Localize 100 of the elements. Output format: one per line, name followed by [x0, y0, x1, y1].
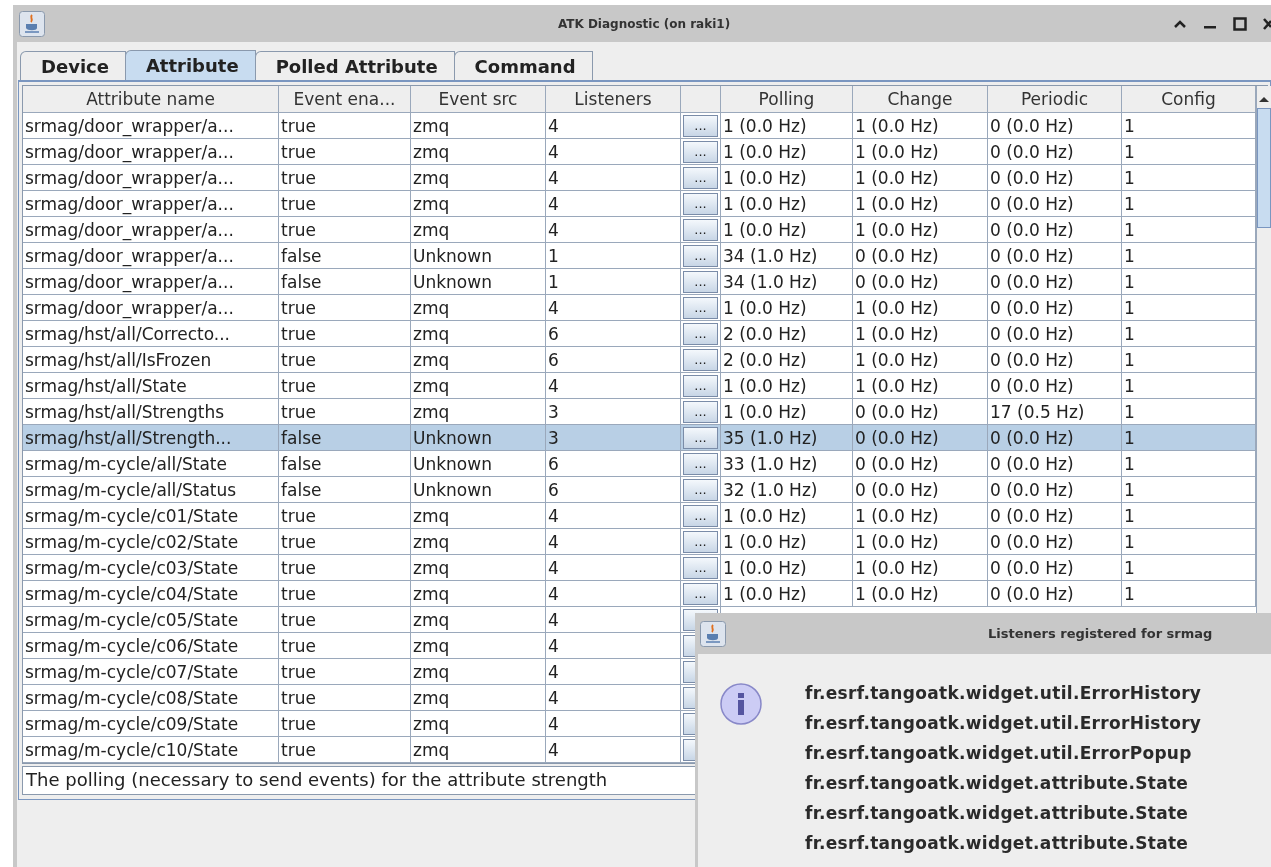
- listeners-button[interactable]: ...: [683, 140, 718, 163]
- table-cell: 1 (0.0 Hz): [853, 191, 988, 217]
- listeners-button[interactable]: ...: [683, 192, 718, 215]
- listeners-button[interactable]: ...: [683, 244, 718, 267]
- table-cell: srmag/m-cycle/c05/State: [23, 607, 279, 633]
- table-row[interactable]: srmag/door_wrapper/a... true zmq 4 ... 1 (0.0 Hz) 1 (0.0 Hz) 0 (0.0 Hz) 1: [23, 217, 1256, 243]
- table-cell: srmag/hst/all/Strength...: [23, 425, 279, 451]
- table-row[interactable]: srmag/m-cycle/c03/State true zmq 4 ... 1 (0.0 Hz) 1 (0.0 Hz) 0 (0.0 Hz) 1: [23, 555, 1256, 581]
- column-header[interactable]: Polling: [721, 86, 853, 113]
- table-cell: true: [279, 347, 411, 373]
- tab[interactable]: Device: [20, 51, 126, 80]
- table-cell: 34 (1.0 Hz): [721, 243, 853, 269]
- table-cell: 0 (0.0 Hz): [988, 451, 1122, 477]
- table-cell: 6: [546, 451, 681, 477]
- table-row[interactable]: srmag/door_wrapper/a... false Unknown 1 ... 34 (1.0 Hz) 0 (0.0 Hz) 0 (0.0 Hz) 1: [23, 243, 1256, 269]
- table-row[interactable]: srmag/hst/all/IsFrozen true zmq 6 ... 2 (0.0 Hz) 1 (0.0 Hz) 0 (0.0 Hz) 1: [23, 347, 1256, 373]
- listener-class-name: fr.esrf.tangoatk.widget.util.ErrorPopup: [805, 742, 1193, 765]
- tab[interactable]: Attribute: [124, 50, 256, 80]
- table-row[interactable]: srmag/m-cycle/all/Status false Unknown 6 ... 32 (1.0 Hz) 0 (0.0 Hz) 0 (0.0 Hz) 1: [23, 477, 1256, 503]
- close-icon[interactable]: [1263, 16, 1271, 31]
- table-cell: zmq: [411, 737, 546, 763]
- listeners-button[interactable]: ...: [683, 582, 718, 605]
- table-cell: zmq: [411, 607, 546, 633]
- table-cell: 0 (0.0 Hz): [988, 555, 1122, 581]
- listeners-button[interactable]: ...: [683, 374, 718, 397]
- table-cell: srmag/m-cycle/all/State: [23, 451, 279, 477]
- table-cell: false: [279, 451, 411, 477]
- listeners-button[interactable]: ...: [683, 166, 718, 189]
- table-row[interactable]: srmag/hst/all/Correcto... true zmq 6 ... 2 (0.0 Hz) 1 (0.0 Hz) 0 (0.0 Hz) 1: [23, 321, 1256, 347]
- table-cell: 4: [546, 633, 681, 659]
- table-cell: 1 (0.0 Hz): [853, 113, 988, 139]
- listener-class-name: fr.esrf.tangoatk.widget.util.ErrorHistory: [805, 712, 1202, 735]
- table-cell: srmag/m-cycle/c06/State: [23, 633, 279, 659]
- tab[interactable]: Command: [453, 51, 593, 80]
- table-cell: srmag/door_wrapper/a...: [23, 165, 279, 191]
- table-cell: 2 (0.0 Hz): [721, 321, 853, 347]
- table-cell: zmq: [411, 139, 546, 165]
- table-cell: srmag/door_wrapper/a...: [23, 295, 279, 321]
- listeners-button[interactable]: ...: [683, 478, 718, 501]
- table-cell: true: [279, 633, 411, 659]
- table-cell: 1 (0.0 Hz): [721, 113, 853, 139]
- table-row[interactable]: srmag/m-cycle/c02/State true zmq 4 ... 1 (0.0 Hz) 1 (0.0 Hz) 0 (0.0 Hz) 1: [23, 529, 1256, 555]
- table-cell: 0 (0.0 Hz): [988, 373, 1122, 399]
- listeners-button[interactable]: ...: [683, 270, 718, 293]
- column-header[interactable]: Attribute name: [23, 86, 279, 113]
- table-cell: true: [279, 711, 411, 737]
- app-icon[interactable]: [19, 10, 45, 37]
- table-cell: 1 (0.0 Hz): [853, 139, 988, 165]
- listener-class-name: fr.esrf.tangoatk.widget.attribute.State: [805, 772, 1190, 795]
- column-header[interactable]: Change: [853, 86, 988, 113]
- table-row[interactable]: srmag/door_wrapper/a... true zmq 4 ... 1 (0.0 Hz) 1 (0.0 Hz) 0 (0.0 Hz) 1: [23, 113, 1256, 139]
- scroll-up-icon[interactable]: [1258, 95, 1270, 103]
- scroll-thumb[interactable]: [1257, 108, 1271, 228]
- table-row[interactable]: srmag/door_wrapper/a... true zmq 4 ... 1 (0.0 Hz) 1 (0.0 Hz) 0 (0.0 Hz) 1: [23, 139, 1256, 165]
- table-cell: srmag/m-cycle/c10/State: [23, 737, 279, 763]
- table-cell: srmag/m-cycle/c09/State: [23, 711, 279, 737]
- info-icon: [719, 682, 763, 726]
- listeners-button[interactable]: ...: [683, 114, 718, 137]
- listeners-button[interactable]: ...: [683, 530, 718, 553]
- table-cell: 4: [546, 113, 681, 139]
- column-header[interactable]: Periodic: [988, 86, 1122, 113]
- listeners-button[interactable]: ...: [683, 556, 718, 579]
- listeners-button[interactable]: ...: [683, 452, 718, 475]
- table-cell: srmag/hst/all/Correcto...: [23, 321, 279, 347]
- listeners-button[interactable]: ...: [683, 296, 718, 319]
- table-row[interactable]: srmag/door_wrapper/a... true zmq 4 ... 1 (0.0 Hz) 1 (0.0 Hz) 0 (0.0 Hz) 1: [23, 191, 1256, 217]
- table-row[interactable]: srmag/m-cycle/c01/State true zmq 4 ... 1 (0.0 Hz) 1 (0.0 Hz) 0 (0.0 Hz) 1: [23, 503, 1256, 529]
- table-row[interactable]: srmag/door_wrapper/a... true zmq 4 ... 1 (0.0 Hz) 1 (0.0 Hz) 0 (0.0 Hz) 1: [23, 165, 1256, 191]
- table-cell: true: [279, 295, 411, 321]
- table-row[interactable]: srmag/m-cycle/all/State false Unknown 6 ... 33 (1.0 Hz) 0 (0.0 Hz) 0 (0.0 Hz) 1: [23, 451, 1256, 477]
- table-cell: srmag/m-cycle/c02/State: [23, 529, 279, 555]
- listeners-button[interactable]: ...: [683, 218, 718, 241]
- table-row[interactable]: srmag/door_wrapper/a... true zmq 4 ... 1 (0.0 Hz) 1 (0.0 Hz) 0 (0.0 Hz) 1: [23, 295, 1256, 321]
- table-cell: 1: [546, 243, 681, 269]
- table-cell: 1 (0.0 Hz): [721, 529, 853, 555]
- table-cell: srmag/door_wrapper/a...: [23, 139, 279, 165]
- table-cell: 4: [546, 165, 681, 191]
- maximize-icon[interactable]: [1233, 16, 1247, 31]
- listeners-button[interactable]: ...: [683, 504, 718, 527]
- table-cell: 1 (0.0 Hz): [853, 217, 988, 243]
- table-row[interactable]: srmag/hst/all/State true zmq 4 ... 1 (0.0 Hz) 1 (0.0 Hz) 0 (0.0 Hz) 1: [23, 373, 1256, 399]
- column-header[interactable]: Listeners: [546, 86, 681, 113]
- listeners-button[interactable]: ...: [683, 348, 718, 371]
- column-header[interactable]: Event src: [411, 86, 546, 113]
- table-cell: 4: [546, 659, 681, 685]
- table-cell: 1 (0.0 Hz): [853, 529, 988, 555]
- table-row[interactable]: srmag/m-cycle/c04/State true zmq 4 ... 1 (0.0 Hz) 1 (0.0 Hz) 0 (0.0 Hz) 1: [23, 581, 1256, 607]
- table-cell: 1: [546, 269, 681, 295]
- listeners-button[interactable]: ...: [683, 400, 718, 423]
- listeners-button[interactable]: ...: [683, 322, 718, 345]
- shade-icon[interactable]: [1173, 18, 1187, 29]
- table-cell: 0 (0.0 Hz): [988, 321, 1122, 347]
- table-cell: 0 (0.0 Hz): [988, 295, 1122, 321]
- table-cell: false: [279, 269, 411, 295]
- table-cell: 1 (0.0 Hz): [853, 373, 988, 399]
- column-header[interactable]: Event ena...: [279, 86, 411, 113]
- listeners-button[interactable]: ...: [683, 426, 718, 449]
- table-row[interactable]: srmag/door_wrapper/a... false Unknown 1 ... 34 (1.0 Hz) 0 (0.0 Hz) 0 (0.0 Hz) 1: [23, 269, 1256, 295]
- selected-row[interactable]: srmag/hst/all/Strength... false Unknown 3 ... 35 (1.0 Hz) 0 (0.0 Hz) 0 (0.0 Hz) 1: [23, 425, 1256, 451]
- table-cell: srmag/m-cycle/c03/State: [23, 555, 279, 581]
